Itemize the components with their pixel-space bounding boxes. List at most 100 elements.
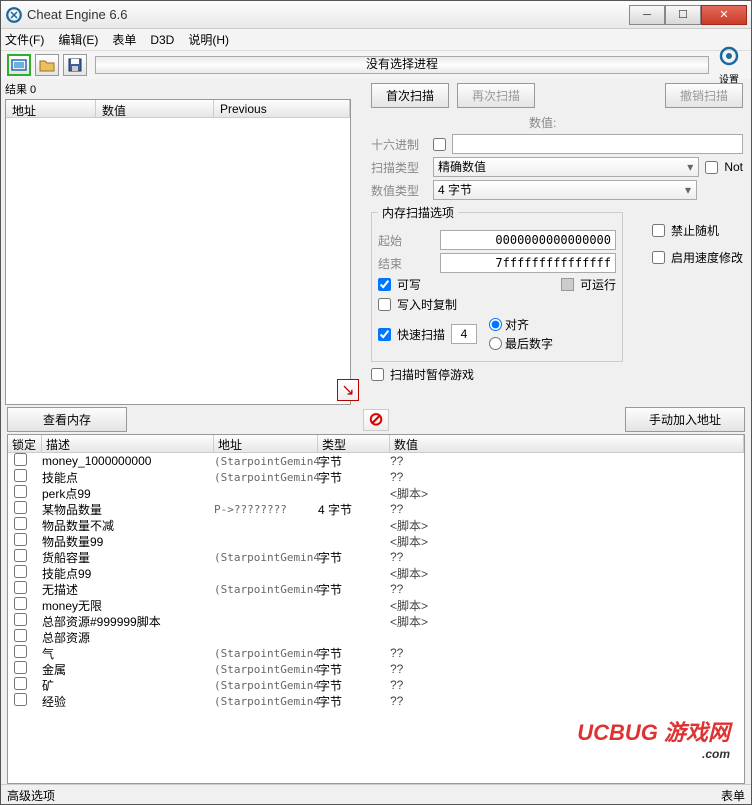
lock-checkbox[interactable] [14,645,27,658]
hdr-val[interactable]: 数值 [390,435,744,452]
speedhack-checkbox[interactable] [652,251,665,264]
hdr-type[interactable]: 类型 [318,435,390,452]
hdr-addr[interactable]: 地址 [214,435,318,452]
table-extra[interactable]: 表单 [721,787,745,804]
table-row[interactable]: 总部资源#999999脚本<脚本> [8,613,744,629]
maximize-button[interactable]: ☐ [665,5,701,25]
watermark: UCBUG 游戏网 .com [577,715,730,761]
hex-checkbox[interactable] [433,138,446,151]
lock-checkbox[interactable] [14,677,27,690]
table-row[interactable]: money无限<脚本> [8,597,744,613]
menu-help[interactable]: 说明(H) [188,31,229,48]
table-row[interactable]: 无描述(StarpointGemin4字节?? [8,581,744,597]
results-count-label: 结果 0 [5,79,351,99]
table-row[interactable]: 技能点99<脚本> [8,565,744,581]
lock-checkbox[interactable] [14,501,27,514]
scantype-label: 扫描类型 [371,159,427,176]
progress-bar: 没有选择进程 [95,56,709,74]
writable-checkbox[interactable] [378,278,391,291]
close-button[interactable]: ✕ [701,5,747,25]
table-row[interactable]: 气(StarpointGemin4字节?? [8,645,744,661]
table-row[interactable]: 矿(StarpointGemin4字节?? [8,677,744,693]
hex-label: 十六进制 [371,136,427,153]
copyonwrite-label: 写入时复制 [397,296,457,313]
scantype-select[interactable]: 精确数值 [433,157,699,177]
cheat-table[interactable]: 锁定 描述 地址 类型 数值 money_1000000000(Starpoin… [7,434,745,784]
lock-checkbox[interactable] [14,693,27,706]
progress-label: 没有选择进程 [96,56,708,72]
table-row[interactable]: 货船容量(StarpointGemin4字节?? [8,549,744,565]
menu-table[interactable]: 表单 [112,31,136,48]
menu-d3d[interactable]: D3D [150,33,174,47]
save-button[interactable] [63,54,87,76]
mem-options-legend: 内存扫描选项 [378,204,458,221]
minimize-button[interactable]: ─ [629,5,665,25]
advanced-options[interactable]: 高级选项 [7,789,55,803]
menubar: 文件(F) 编辑(E) 表单 D3D 说明(H) [1,29,751,51]
writable-label: 可写 [397,276,421,293]
table-row[interactable]: 某物品数量P->????????4 字节?? [8,501,744,517]
start-input[interactable] [440,230,616,250]
table-row[interactable]: 物品数量不减<脚本> [8,517,744,533]
copyonwrite-checkbox[interactable] [378,298,391,311]
executable-checkbox[interactable] [561,278,574,291]
window-title: Cheat Engine 6.6 [27,7,629,22]
app-icon [5,6,23,24]
lock-checkbox[interactable] [14,453,27,466]
view-memory-button[interactable]: 查看内存 [7,407,127,432]
lock-checkbox[interactable] [14,517,27,530]
pause-checkbox[interactable] [371,368,384,381]
valuetype-select[interactable]: 4 字节 [433,180,697,200]
lock-checkbox[interactable] [14,549,27,562]
menu-edit[interactable]: 编辑(E) [58,31,98,48]
table-row[interactable]: 技能点(StarpointGemin4字节?? [8,469,744,485]
valuetype-label: 数值类型 [371,182,427,199]
undo-scan-button[interactable]: 撤销扫描 [665,83,743,108]
lock-checkbox[interactable] [14,485,27,498]
table-row[interactable]: 金属(StarpointGemin4字节?? [8,661,744,677]
col-previous[interactable]: Previous [214,100,350,117]
lock-checkbox[interactable] [14,629,27,642]
col-value[interactable]: 数值 [96,100,214,117]
clear-icon[interactable]: ⊘ [363,409,389,431]
first-scan-button[interactable]: 首次扫描 [371,83,449,108]
lock-checkbox[interactable] [14,581,27,594]
results-list[interactable]: 地址 数值 Previous [5,99,351,405]
next-scan-button[interactable]: 再次扫描 [457,83,535,108]
lock-checkbox[interactable] [14,565,27,578]
value-input[interactable] [452,134,743,154]
norandom-checkbox[interactable] [652,224,665,237]
lastdigit-radio[interactable] [489,337,502,350]
open-file-button[interactable] [35,54,59,76]
fastscan-checkbox[interactable] [378,328,391,341]
stop-label: 结束 [378,255,434,272]
results-header: 地址 数值 Previous [6,100,350,118]
toolbar: 没有选择进程 设置 [1,51,751,79]
open-process-button[interactable] [7,54,31,76]
start-label: 起始 [378,232,434,249]
col-address[interactable]: 地址 [6,100,96,117]
lock-checkbox[interactable] [14,661,27,674]
table-row[interactable]: 经验(StarpointGemin4字节?? [8,693,744,709]
fastscan-input[interactable] [451,324,477,344]
align-radio[interactable] [489,318,502,331]
table-row[interactable]: perk点99<脚本> [8,485,744,501]
memory-scan-options: 内存扫描选项 起始 结束 可写 可运行 写 [371,204,623,362]
stop-input[interactable] [440,253,616,273]
lock-checkbox[interactable] [14,469,27,482]
fastscan-label: 快速扫描 [397,326,445,343]
lock-checkbox[interactable] [14,597,27,610]
hdr-lock[interactable]: 锁定 [8,435,42,452]
not-label: Not [724,160,743,174]
titlebar: Cheat Engine 6.6 ─ ☐ ✕ [1,1,751,29]
lock-checkbox[interactable] [14,533,27,546]
table-row[interactable]: 总部资源 [8,629,744,645]
lock-checkbox[interactable] [14,613,27,626]
table-row[interactable]: money_1000000000(StarpointGemin4字节?? [8,453,744,469]
table-row[interactable]: 物品数量99<脚本> [8,533,744,549]
add-manual-button[interactable]: 手动加入地址 [625,407,745,432]
hdr-desc[interactable]: 描述 [42,435,214,452]
not-checkbox[interactable] [705,161,718,174]
menu-file[interactable]: 文件(F) [5,31,44,48]
executable-label: 可运行 [580,276,616,293]
